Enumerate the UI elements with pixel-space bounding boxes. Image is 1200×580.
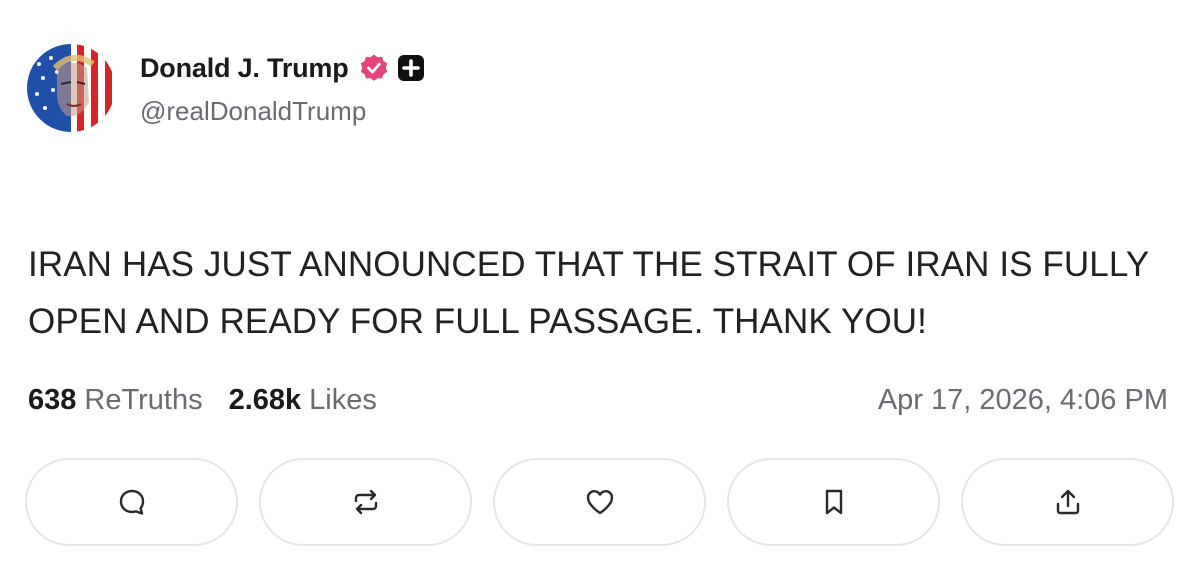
author-name-row: Donald J. Trump [140,50,425,86]
retruths-label[interactable]: ReTruths [84,384,202,417]
post-card: Donald J. Trump @realDonaldTrump IRAN HA… [0,0,1200,580]
repost-icon [354,489,377,515]
likes-label[interactable]: Likes [309,384,377,417]
likes-count[interactable]: 2.68k [229,384,302,417]
share-button[interactable] [961,458,1174,546]
retruths-count[interactable]: 638 [28,384,76,417]
author-display-name[interactable]: Donald J. Trump [140,53,349,84]
comment-icon [119,489,144,515]
post-timestamp[interactable]: Apr 17, 2026, 4:06 PM [878,384,1168,417]
avatar[interactable] [27,44,115,132]
action-bar [25,458,1174,546]
post-stats: 638 ReTruths 2.68k Likes [28,384,377,417]
heart-icon [586,490,613,515]
post-text: IRAN HAS JUST ANNOUNCED THAT THE STRAIT … [28,245,1149,341]
plus-badge-icon [397,55,424,81]
verified-badge-icon [360,54,387,81]
share-icon [1056,489,1079,515]
bookmark-icon [825,489,842,515]
author-handle[interactable]: @realDonaldTrump [140,96,366,127]
reply-button[interactable] [25,458,238,546]
bookmark-button[interactable] [727,458,940,546]
retruth-button[interactable] [259,458,472,546]
avatar-image [27,44,115,132]
like-button[interactable] [493,458,706,546]
